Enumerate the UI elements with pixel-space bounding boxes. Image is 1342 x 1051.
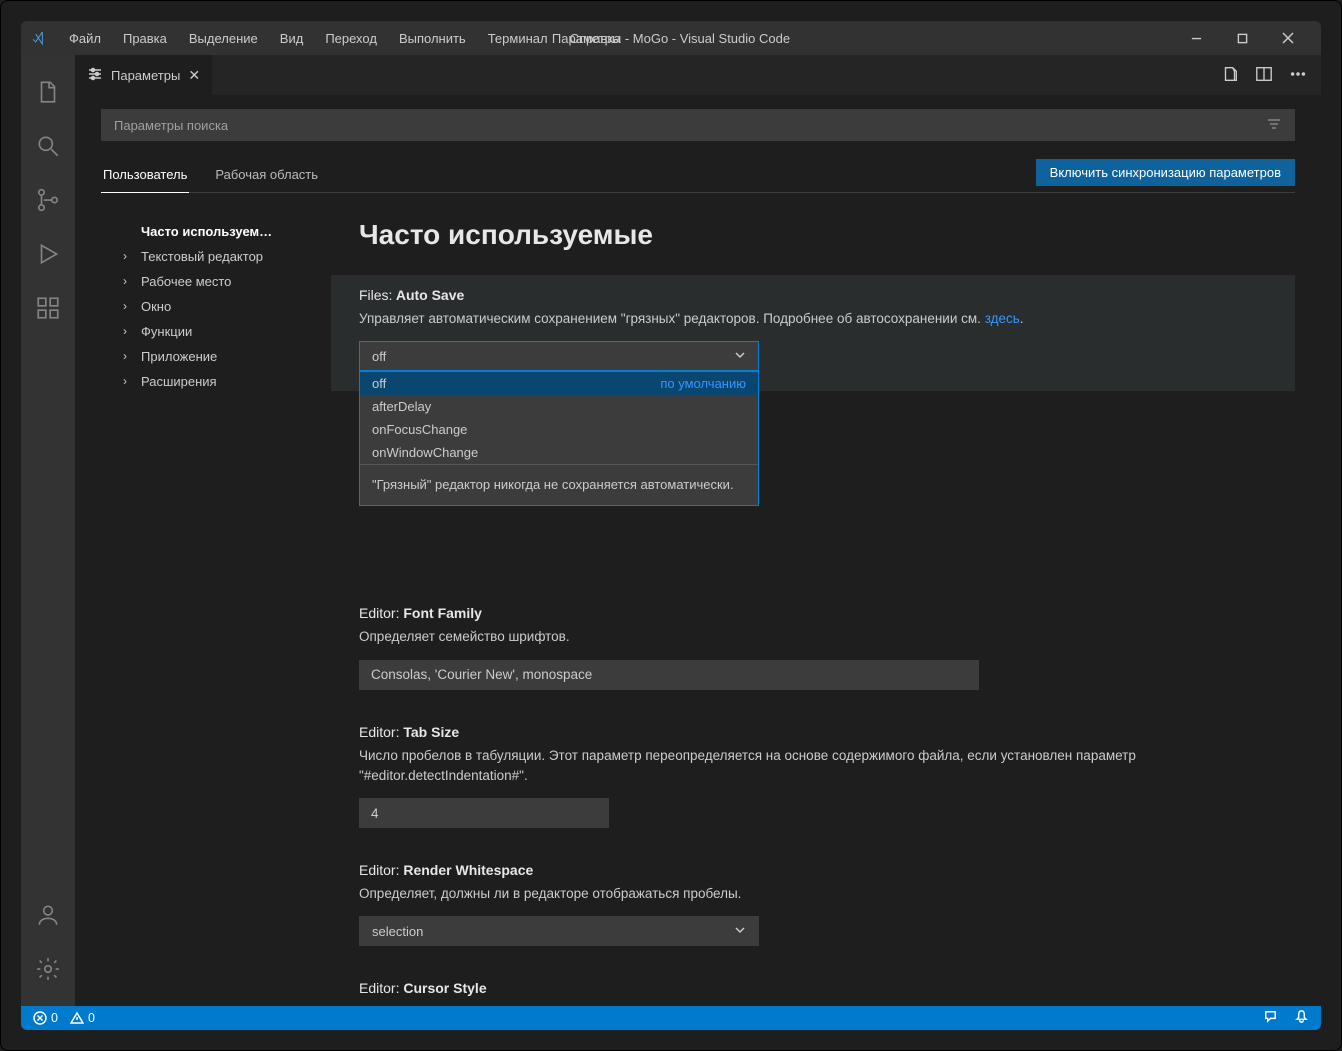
setting-description: Определяет семейство шрифтов. [359,627,1285,647]
select-value: off [372,349,386,364]
default-tag: по умолчанию [660,376,746,391]
tabbar: Параметры ✕ [75,55,1321,95]
tree-text-editor[interactable]: ›Текстовый редактор [101,244,321,269]
option-off[interactable]: off по умолчанию [360,372,758,395]
explorer-icon[interactable] [21,65,75,119]
window-title: Параметры - MoGo - Visual Studio Code [552,31,790,46]
close-icon[interactable]: ✕ [188,67,200,84]
autosave-select[interactable]: off [359,341,759,371]
menu-terminal[interactable]: Терминал [478,27,558,50]
status-warnings[interactable]: 0 [70,1011,95,1025]
setting-label: Files: Auto Save [359,287,1285,303]
autosave-dropdown: off по умолчанию afterDelay onFocusChang… [359,371,759,506]
renderwhitespace-select[interactable]: selection [359,916,759,946]
settings-heading: Часто используемые [359,219,1285,251]
menu-edit[interactable]: Правка [113,27,177,50]
window-controls [1173,21,1311,55]
gear-icon[interactable] [21,942,75,996]
select-value: selection [372,924,423,939]
menu-view[interactable]: Вид [270,27,314,50]
chevron-right-icon: › [123,274,127,288]
menu-run[interactable]: Выполнить [389,27,476,50]
scope-workspace-tab[interactable]: Рабочая область [213,159,320,192]
settings-tab-icon [87,66,103,85]
chevron-right-icon: › [123,299,127,313]
account-icon[interactable] [21,888,75,942]
option-afterdelay[interactable]: afterDelay [360,395,758,418]
setting-description: Управляет автоматическим сохранением "гр… [359,309,1285,329]
chevron-down-icon [734,349,746,364]
run-debug-icon[interactable] [21,227,75,281]
vscode-logo-icon [31,30,47,46]
option-onfocuschange[interactable]: onFocusChange [360,418,758,441]
setting-editor-renderwhitespace: Editor: Render Whitespace Определяет, до… [359,862,1285,946]
more-actions-icon[interactable] [1289,65,1307,86]
chevron-right-icon: › [123,374,127,388]
setting-editor-fontfamily: Editor: Font Family Определяет семейство… [359,605,1285,689]
search-placeholder: Параметры поиска [114,118,228,133]
chevron-right-icon: › [123,249,127,263]
close-button[interactable] [1265,21,1311,55]
settings-tree: Часто используем… ›Текстовый редактор ›Р… [101,211,331,1006]
extensions-icon[interactable] [21,281,75,335]
chevron-down-icon [734,924,746,939]
open-settings-json-icon[interactable] [1221,65,1239,86]
filter-icon[interactable] [1266,116,1282,135]
setting-label: Editor: Cursor Style [359,980,1285,996]
tree-workbench[interactable]: ›Рабочее место [101,269,321,294]
settings-search-input[interactable]: Параметры поиска [101,109,1295,141]
setting-label: Editor: Font Family [359,605,1285,621]
settings-scope-row: Пользователь Рабочая область Включить си… [101,159,1295,193]
split-editor-icon[interactable] [1255,65,1273,86]
status-feedback-icon[interactable] [1263,1009,1278,1027]
option-detail: "Грязный" редактор никогда не сохраняетс… [360,464,758,505]
editor-actions [1221,65,1321,86]
autosave-link[interactable]: здесь [985,311,1020,326]
tab-label: Параметры [111,68,180,83]
option-onwindowchange[interactable]: onWindowChange [360,441,758,464]
chevron-right-icon: › [123,349,127,363]
search-icon[interactable] [21,119,75,173]
setting-files-autosave: Files: Auto Save Управляет автоматически… [331,275,1295,391]
menu-file[interactable]: Файл [59,27,111,50]
scope-user-tab[interactable]: Пользователь [101,159,189,193]
setting-editor-tabsize: Editor: Tab Size Число пробелов в табуля… [359,724,1285,829]
minimize-button[interactable] [1173,21,1219,55]
setting-description: Определяет, должны ли в редакторе отобра… [359,884,1285,904]
status-errors[interactable]: 0 [33,1011,58,1025]
tree-common[interactable]: Часто используем… [101,219,321,244]
setting-description: Число пробелов в табуляции. Этот парамет… [359,746,1285,787]
activitybar [21,55,75,1006]
tree-features[interactable]: ›Функции [101,319,321,344]
tree-extensions[interactable]: ›Расширения [101,369,321,394]
tree-application[interactable]: ›Приложение [101,344,321,369]
chevron-right-icon: › [123,324,127,338]
source-control-icon[interactable] [21,173,75,227]
menu-go[interactable]: Переход [315,27,387,50]
enable-sync-button[interactable]: Включить синхронизацию параметров [1036,159,1295,186]
setting-label: Editor: Tab Size [359,724,1285,740]
statusbar: 0 0 [21,1006,1321,1030]
maximize-button[interactable] [1219,21,1265,55]
fontfamily-input[interactable] [359,660,979,690]
menu-selection[interactable]: Выделение [179,27,268,50]
settings-content[interactable]: Часто используемые Files: Auto Save Упра… [331,211,1295,1006]
titlebar: Файл Правка Выделение Вид Переход Выполн… [21,21,1321,55]
menubar: Файл Правка Выделение Вид Переход Выполн… [59,27,631,50]
setting-editor-cursorstyle: Editor: Cursor Style [359,980,1285,996]
tab-settings[interactable]: Параметры ✕ [75,55,213,95]
status-bell-icon[interactable] [1294,1009,1309,1027]
tabsize-input[interactable] [359,798,609,828]
setting-label: Editor: Render Whitespace [359,862,1285,878]
tree-window[interactable]: ›Окно [101,294,321,319]
